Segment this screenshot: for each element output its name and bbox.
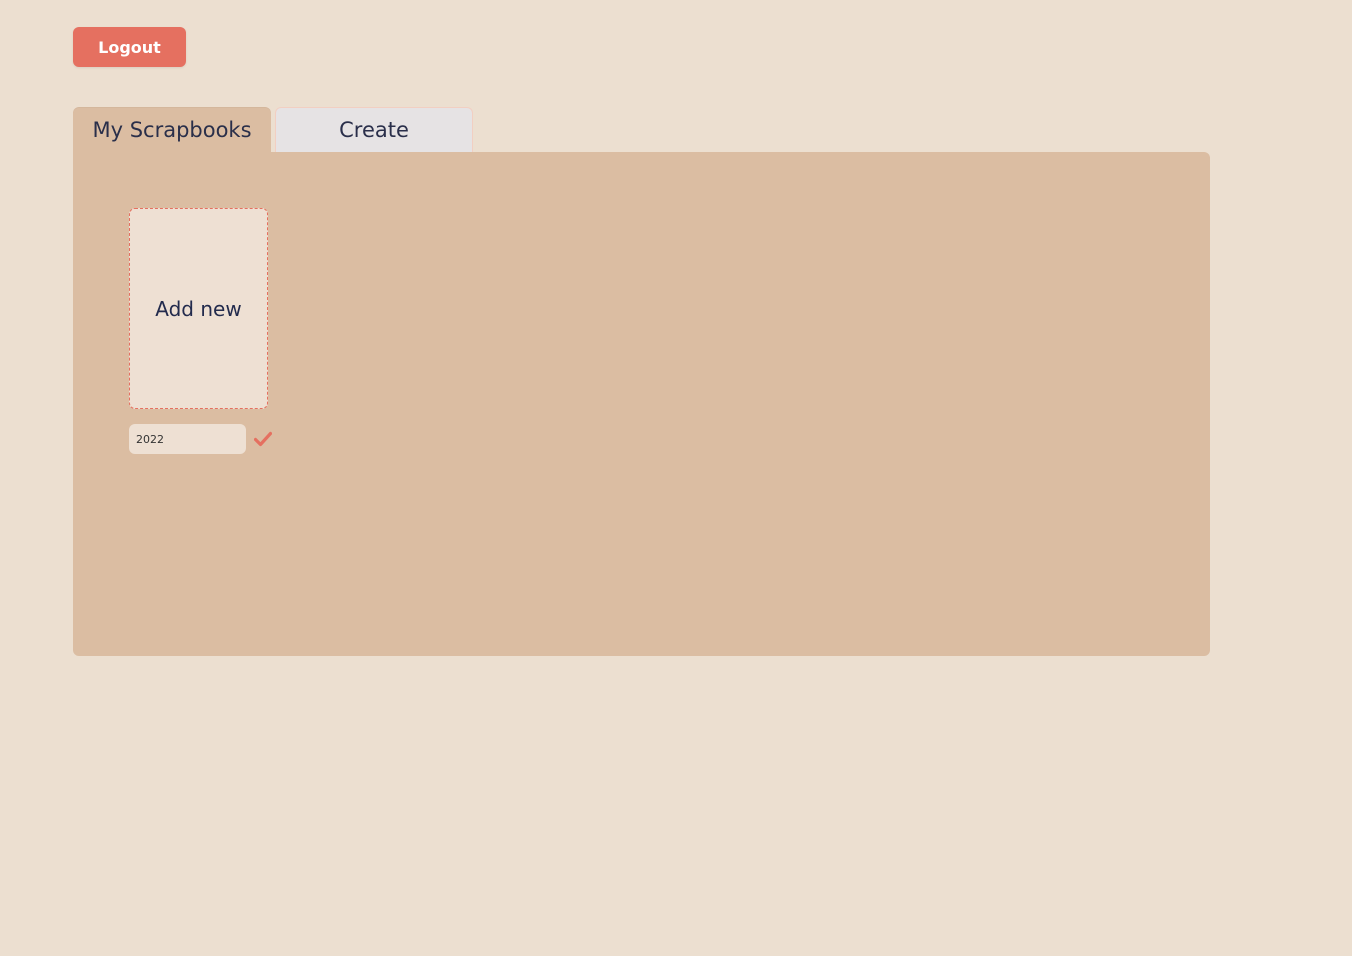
tab-bar: My Scrapbooks Create [73,107,473,152]
scrapbooks-panel: Add new [73,152,1210,656]
scrapbook-name-input[interactable] [129,424,246,454]
tab-my-scrapbooks[interactable]: My Scrapbooks [73,107,271,152]
logout-button[interactable]: Logout [73,27,186,67]
scrapbook-name-row [129,424,272,454]
add-new-label: Add new [155,296,242,321]
add-new-scrapbook-card[interactable]: Add new [129,208,268,409]
tab-create[interactable]: Create [275,107,473,152]
checkmark-icon[interactable] [254,430,272,448]
